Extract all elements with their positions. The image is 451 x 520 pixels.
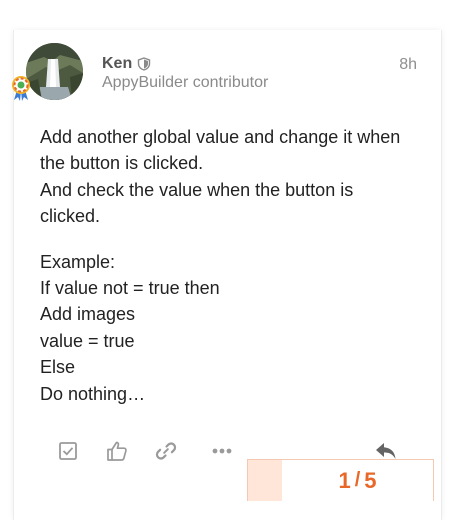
solution-checkbox-button[interactable] [53, 436, 83, 466]
link-icon [155, 442, 177, 460]
like-icon [107, 441, 127, 461]
post-text-line: value = true [40, 330, 135, 351]
post-text-line: Else [40, 357, 76, 378]
page-top-area [0, 0, 451, 30]
solution-checkbox-icon [59, 442, 77, 460]
post-text-line: And check the value when the button is [40, 179, 354, 200]
copy-link-button[interactable] [151, 436, 181, 466]
shield-icon [137, 57, 151, 71]
post-text-line: Add images [40, 304, 136, 325]
like-button[interactable] [102, 436, 132, 466]
username[interactable]: Ken [102, 55, 132, 73]
progress-current: 1 [338, 467, 351, 493]
more-actions-button[interactable] [207, 436, 237, 466]
post-body: Add another global value and change it w… [40, 124, 430, 426]
post-text-line: Example: [40, 251, 116, 272]
post-text-line: clicked. [40, 206, 101, 227]
topic-progress[interactable]: 1 / 5 [247, 459, 434, 501]
post-text-line: Do nothing… [40, 383, 146, 404]
more-icon [212, 448, 232, 454]
progress-total: 5 [364, 467, 377, 493]
user-title: AppyBuilder contributor [102, 74, 269, 91]
avatar[interactable] [26, 43, 83, 100]
topic-progress-counter: 1 / 5 [282, 460, 433, 501]
post-timestamp[interactable]: 8h [399, 56, 417, 74]
flair-badge-icon [10, 75, 32, 101]
post-text-line: the button is clicked. [40, 153, 204, 174]
post-text-line: Add another global value and change it w… [40, 127, 401, 147]
post-paragraph-1: Add another global value and change it w… [40, 124, 430, 230]
avatar-waterfall-image [26, 43, 83, 100]
post-paragraph-2: Example: If value not = true then Add im… [40, 249, 430, 407]
post-card: Ken AppyBuilder contributor 8h Add anoth… [10, 30, 442, 520]
progress-separator: / [354, 469, 361, 491]
post-text-line: If value not = true then [40, 278, 220, 299]
